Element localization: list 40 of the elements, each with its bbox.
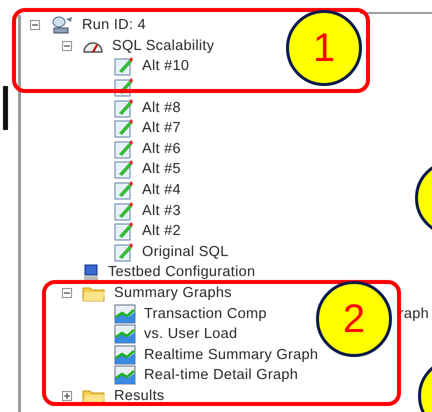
tree-item[interactable]: Alt #5 (142, 161, 181, 178)
collapse-icon[interactable] (30, 20, 40, 30)
expand-icon[interactable] (62, 390, 72, 401)
tree-item[interactable]: Alt #3 (142, 202, 181, 219)
graph-icon (114, 304, 136, 324)
tree-item[interactable]: Results (114, 388, 164, 404)
edit-icon (114, 138, 134, 159)
tree-item[interactable]: Run ID: 4 (82, 17, 146, 34)
edit-icon (114, 56, 134, 76)
callout-number: 2 (316, 281, 392, 357)
edit-icon (114, 221, 134, 242)
computer-icon (50, 15, 74, 36)
tree-item[interactable]: Summary Graphs (114, 285, 232, 302)
edit-icon (114, 180, 134, 200)
graph-icon (114, 365, 136, 386)
tree-item[interactable]: Alt #4 (142, 182, 181, 198)
edit-icon (114, 159, 134, 180)
tree-item[interactable]: SQL Scalability (112, 38, 214, 54)
edit-icon (114, 200, 134, 221)
edit-icon (114, 118, 134, 138)
edit-icon (114, 98, 134, 118)
edit-icon (114, 242, 134, 262)
tree-item[interactable]: Transaction Comp (144, 306, 267, 322)
tree-item[interactable]: Real-time Detail Graph (144, 367, 298, 384)
graph-icon (114, 324, 136, 344)
tree-item[interactable]: Alt #2 (142, 223, 181, 240)
tree-item[interactable]: Testbed Configuration (108, 264, 256, 280)
tree-item[interactable]: Alt #10 (142, 58, 190, 74)
tree-item[interactable]: Alt #6 (142, 140, 181, 157)
tree-item[interactable]: vs. User Load (144, 326, 238, 342)
tree-item[interactable]: Realtime Summary Graph (144, 346, 318, 363)
graph-icon (114, 344, 136, 365)
config-icon (82, 263, 100, 282)
tree-item[interactable]: Alt #7 (142, 120, 181, 136)
callout-number: 1 (286, 10, 362, 86)
collapse-icon[interactable] (62, 288, 72, 298)
tree-item[interactable]: Alt #8 (142, 100, 181, 116)
edge-mark (3, 86, 8, 130)
collapse-icon[interactable] (62, 40, 72, 51)
tree-item[interactable]: Original SQL (142, 244, 229, 260)
